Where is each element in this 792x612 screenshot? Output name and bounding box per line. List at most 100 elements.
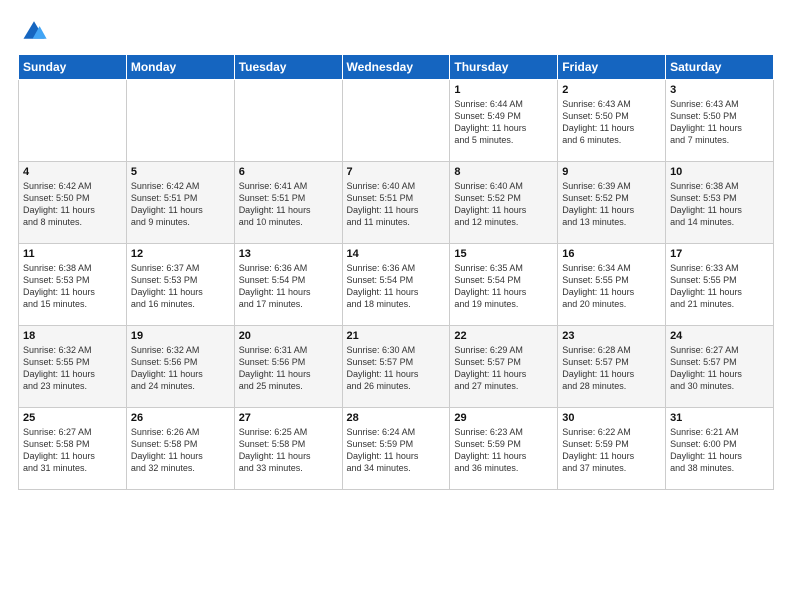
day-number: 27 [239, 412, 338, 424]
cell-info: Sunrise: 6:28 AM Sunset: 5:57 PM Dayligh… [562, 344, 661, 393]
calendar-cell: 12 Sunrise: 6:37 AM Sunset: 5:53 PM Dayli… [126, 244, 234, 326]
calendar-cell: 31 Sunrise: 6:21 AM Sunset: 6:00 PM Dayli… [666, 408, 774, 490]
calendar-cell: 10 Sunrise: 6:38 AM Sunset: 5:53 PM Dayli… [666, 162, 774, 244]
day-number: 23 [562, 330, 661, 342]
cell-info: Sunrise: 6:23 AM Sunset: 5:59 PM Dayligh… [454, 426, 553, 475]
calendar-cell [234, 80, 342, 162]
calendar-cell: 6 Sunrise: 6:41 AM Sunset: 5:51 PM Daylig… [234, 162, 342, 244]
day-number: 2 [562, 84, 661, 96]
calendar-cell: 27 Sunrise: 6:25 AM Sunset: 5:58 PM Dayli… [234, 408, 342, 490]
day-number: 13 [239, 248, 338, 260]
cell-info: Sunrise: 6:42 AM Sunset: 5:51 PM Dayligh… [131, 180, 230, 229]
cell-info: Sunrise: 6:26 AM Sunset: 5:58 PM Dayligh… [131, 426, 230, 475]
day-number: 20 [239, 330, 338, 342]
day-number: 25 [23, 412, 122, 424]
day-number: 21 [347, 330, 446, 342]
week-row-3: 11 Sunrise: 6:38 AM Sunset: 5:53 PM Dayli… [19, 244, 774, 326]
calendar-cell [126, 80, 234, 162]
cell-info: Sunrise: 6:37 AM Sunset: 5:53 PM Dayligh… [131, 262, 230, 311]
cell-info: Sunrise: 6:42 AM Sunset: 5:50 PM Dayligh… [23, 180, 122, 229]
day-number: 9 [562, 166, 661, 178]
day-number: 12 [131, 248, 230, 260]
calendar-cell: 17 Sunrise: 6:33 AM Sunset: 5:55 PM Dayli… [666, 244, 774, 326]
day-number: 5 [131, 166, 230, 178]
cell-info: Sunrise: 6:43 AM Sunset: 5:50 PM Dayligh… [670, 98, 769, 147]
cell-info: Sunrise: 6:21 AM Sunset: 6:00 PM Dayligh… [670, 426, 769, 475]
cell-info: Sunrise: 6:27 AM Sunset: 5:57 PM Dayligh… [670, 344, 769, 393]
day-header-saturday: Saturday [666, 55, 774, 80]
calendar-cell: 25 Sunrise: 6:27 AM Sunset: 5:58 PM Dayli… [19, 408, 127, 490]
day-number: 18 [23, 330, 122, 342]
cell-info: Sunrise: 6:29 AM Sunset: 5:57 PM Dayligh… [454, 344, 553, 393]
cell-info: Sunrise: 6:32 AM Sunset: 5:56 PM Dayligh… [131, 344, 230, 393]
calendar-cell: 2 Sunrise: 6:43 AM Sunset: 5:50 PM Daylig… [558, 80, 666, 162]
cell-info: Sunrise: 6:32 AM Sunset: 5:55 PM Dayligh… [23, 344, 122, 393]
calendar-cell: 5 Sunrise: 6:42 AM Sunset: 5:51 PM Daylig… [126, 162, 234, 244]
calendar-cell: 30Sunrise: 6:22 AM Sunset: 5:59 PM Dayli… [558, 408, 666, 490]
calendar-cell: 3 Sunrise: 6:43 AM Sunset: 5:50 PM Daylig… [666, 80, 774, 162]
calendar-cell: 26 Sunrise: 6:26 AM Sunset: 5:58 PM Dayli… [126, 408, 234, 490]
cell-info: Sunrise: 6:36 AM Sunset: 5:54 PM Dayligh… [239, 262, 338, 311]
calendar-cell: 22Sunrise: 6:29 AM Sunset: 5:57 PM Dayli… [450, 326, 558, 408]
calendar-cell: 23 Sunrise: 6:28 AM Sunset: 5:57 PM Dayli… [558, 326, 666, 408]
calendar-cell: 19Sunrise: 6:32 AM Sunset: 5:56 PM Dayli… [126, 326, 234, 408]
cell-info: Sunrise: 6:38 AM Sunset: 5:53 PM Dayligh… [670, 180, 769, 229]
calendar-cell [342, 80, 450, 162]
day-number: 6 [239, 166, 338, 178]
day-header-wednesday: Wednesday [342, 55, 450, 80]
day-header-monday: Monday [126, 55, 234, 80]
calendar-cell: 21Sunrise: 6:30 AM Sunset: 5:57 PM Dayli… [342, 326, 450, 408]
day-header-friday: Friday [558, 55, 666, 80]
header [18, 16, 774, 44]
calendar-cell: 18 Sunrise: 6:32 AM Sunset: 5:55 PM Dayli… [19, 326, 127, 408]
cell-info: Sunrise: 6:31 AM Sunset: 5:56 PM Dayligh… [239, 344, 338, 393]
week-row-5: 25 Sunrise: 6:27 AM Sunset: 5:58 PM Dayli… [19, 408, 774, 490]
day-header-tuesday: Tuesday [234, 55, 342, 80]
cell-info: Sunrise: 6:38 AM Sunset: 5:53 PM Dayligh… [23, 262, 122, 311]
calendar-cell: 13 Sunrise: 6:36 AM Sunset: 5:54 PM Dayli… [234, 244, 342, 326]
calendar-cell: 7Sunrise: 6:40 AM Sunset: 5:51 PM Daylig… [342, 162, 450, 244]
calendar-cell: 16 Sunrise: 6:34 AM Sunset: 5:55 PM Dayli… [558, 244, 666, 326]
calendar-cell: 20 Sunrise: 6:31 AM Sunset: 5:56 PM Dayli… [234, 326, 342, 408]
logo-area [18, 16, 48, 44]
week-row-4: 18 Sunrise: 6:32 AM Sunset: 5:55 PM Dayli… [19, 326, 774, 408]
cell-info: Sunrise: 6:33 AM Sunset: 5:55 PM Dayligh… [670, 262, 769, 311]
day-number: 14 [347, 248, 446, 260]
day-number: 29 [454, 412, 553, 424]
day-number: 31 [670, 412, 769, 424]
calendar-cell: 29 Sunrise: 6:23 AM Sunset: 5:59 PM Dayli… [450, 408, 558, 490]
page-container: SundayMondayTuesdayWednesdayThursdayFrid… [0, 0, 792, 500]
calendar-cell: 28 Sunrise: 6:24 AM Sunset: 5:59 PM Dayli… [342, 408, 450, 490]
cell-info: Sunrise: 6:35 AM Sunset: 5:54 PM Dayligh… [454, 262, 553, 311]
day-number: 10 [670, 166, 769, 178]
cell-info: Sunrise: 6:40 AM Sunset: 5:52 PM Dayligh… [454, 180, 553, 229]
week-row-2: 4 Sunrise: 6:42 AM Sunset: 5:50 PM Daylig… [19, 162, 774, 244]
day-number: 16 [562, 248, 661, 260]
day-number: 4 [23, 166, 122, 178]
day-number: 26 [131, 412, 230, 424]
logo-icon [20, 16, 48, 44]
cell-info: Sunrise: 6:27 AM Sunset: 5:58 PM Dayligh… [23, 426, 122, 475]
calendar-cell: 24Sunrise: 6:27 AM Sunset: 5:57 PM Dayli… [666, 326, 774, 408]
calendar-cell: 11 Sunrise: 6:38 AM Sunset: 5:53 PM Dayli… [19, 244, 127, 326]
cell-info: Sunrise: 6:25 AM Sunset: 5:58 PM Dayligh… [239, 426, 338, 475]
day-header-thursday: Thursday [450, 55, 558, 80]
cell-info: Sunrise: 6:41 AM Sunset: 5:51 PM Dayligh… [239, 180, 338, 229]
day-number: 8 [454, 166, 553, 178]
day-number: 28 [347, 412, 446, 424]
cell-info: Sunrise: 6:34 AM Sunset: 5:55 PM Dayligh… [562, 262, 661, 311]
calendar-cell: 14 Sunrise: 6:36 AM Sunset: 5:54 PM Dayli… [342, 244, 450, 326]
cell-info: Sunrise: 6:36 AM Sunset: 5:54 PM Dayligh… [347, 262, 446, 311]
calendar-body: 1Sunrise: 6:44 AM Sunset: 5:49 PM Daylig… [19, 80, 774, 490]
cell-info: Sunrise: 6:40 AM Sunset: 5:51 PM Dayligh… [347, 180, 446, 229]
day-number: 30 [562, 412, 661, 424]
day-header-sunday: Sunday [19, 55, 127, 80]
calendar-cell: 1Sunrise: 6:44 AM Sunset: 5:49 PM Daylig… [450, 80, 558, 162]
day-number: 17 [670, 248, 769, 260]
header-row: SundayMondayTuesdayWednesdayThursdayFrid… [19, 55, 774, 80]
cell-info: Sunrise: 6:39 AM Sunset: 5:52 PM Dayligh… [562, 180, 661, 229]
cell-info: Sunrise: 6:24 AM Sunset: 5:59 PM Dayligh… [347, 426, 446, 475]
day-number: 3 [670, 84, 769, 96]
cell-info: Sunrise: 6:43 AM Sunset: 5:50 PM Dayligh… [562, 98, 661, 147]
day-number: 11 [23, 248, 122, 260]
